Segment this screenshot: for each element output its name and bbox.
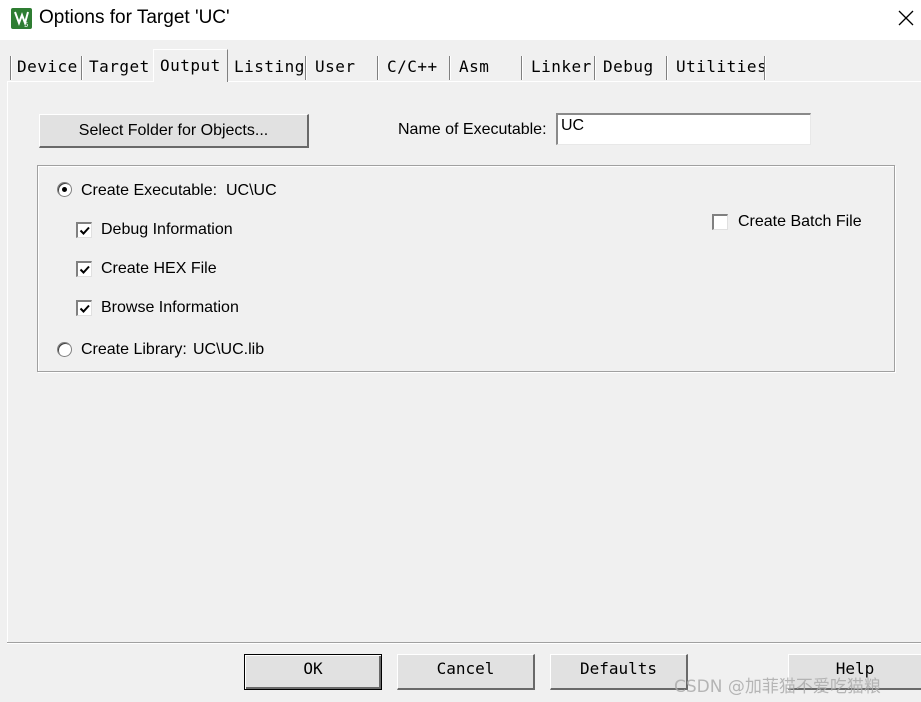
tab-divider xyxy=(594,56,596,80)
create-hex-file-label[interactable]: Create HEX File xyxy=(101,260,217,278)
close-button[interactable] xyxy=(892,4,920,32)
create-batch-file-label[interactable]: Create Batch File xyxy=(738,213,862,231)
tab-linker[interactable]: Linker xyxy=(531,54,592,80)
defaults-button[interactable]: Defaults xyxy=(550,654,688,690)
create-executable-path: UC\UC xyxy=(226,182,277,199)
tab-debug[interactable]: Debug xyxy=(603,54,654,80)
tab-utilities[interactable]: Utilities xyxy=(676,54,767,80)
close-icon[interactable] xyxy=(892,4,920,32)
tab-divider xyxy=(521,56,523,80)
tab-output[interactable]: Output xyxy=(153,49,228,82)
debug-information-label[interactable]: Debug Information xyxy=(101,221,233,239)
create-executable-label[interactable]: Create Executable: xyxy=(81,182,217,200)
tab-divider xyxy=(666,56,668,80)
tab-divider xyxy=(764,56,766,80)
watermark: CSDN @加菲猫不爱吃猫粮 xyxy=(674,677,881,697)
tab-divider xyxy=(449,56,451,80)
tab-divider xyxy=(10,56,12,80)
tab-listing[interactable]: Listing xyxy=(234,54,305,80)
panel-bottom-border xyxy=(7,642,921,644)
create-library-radio[interactable] xyxy=(57,342,72,357)
radio-selected-dot xyxy=(62,187,67,192)
create-library-label[interactable]: Create Library: xyxy=(81,341,187,359)
create-library-path: UC\UC.lib xyxy=(193,341,265,358)
ok-button[interactable]: OK xyxy=(244,654,382,690)
name-of-executable-label: Name of Executable: xyxy=(398,121,547,138)
cancel-button[interactable]: Cancel xyxy=(397,654,535,690)
checkmark-icon xyxy=(79,265,90,274)
uvision-icon: 5 xyxy=(11,8,32,29)
create-hex-file-checkbox[interactable] xyxy=(76,261,92,277)
svg-text:5: 5 xyxy=(24,21,28,29)
title-bar: 5 Options for Target 'UC' xyxy=(0,0,921,40)
name-of-executable-input[interactable]: UC xyxy=(556,113,811,145)
tab-c-cpp[interactable]: C/C++ xyxy=(387,54,438,80)
tab-target[interactable]: Target xyxy=(89,54,150,80)
tab-divider xyxy=(305,56,307,80)
tab-user[interactable]: User xyxy=(315,54,356,80)
checkmark-icon xyxy=(79,304,90,313)
window-title: Options for Target 'UC' xyxy=(39,7,230,28)
debug-information-checkbox[interactable] xyxy=(76,222,92,238)
browse-information-checkbox[interactable] xyxy=(76,300,92,316)
create-executable-radio[interactable] xyxy=(57,182,72,197)
tab-asm[interactable]: Asm xyxy=(459,54,489,80)
create-batch-file-checkbox[interactable] xyxy=(712,214,728,230)
tab-divider xyxy=(377,56,379,80)
browse-information-label[interactable]: Browse Information xyxy=(101,299,239,317)
select-folder-button[interactable]: Select Folder for Objects... xyxy=(39,114,309,148)
checkmark-icon xyxy=(79,226,90,235)
tab-strip: Device Target Output Listing User C/C++ … xyxy=(0,40,921,82)
tab-device[interactable]: Device xyxy=(17,54,78,80)
tab-divider xyxy=(81,56,83,80)
